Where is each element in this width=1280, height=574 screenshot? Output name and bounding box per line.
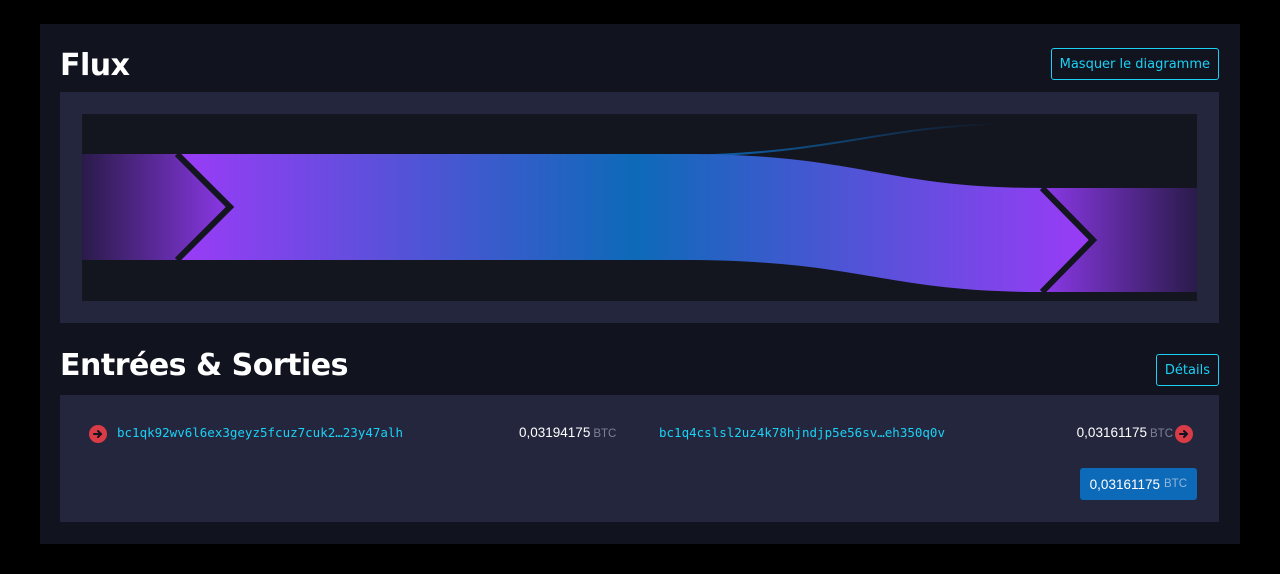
input-amount-unit: BTC <box>593 428 617 440</box>
hide-diagram-button[interactable]: Masquer le diagramme <box>1050 48 1219 80</box>
inputs-outputs-panel: bc1qk92wv6l6ex3geyz5fcuz7cuk2…23y47alh 0… <box>60 395 1219 522</box>
flow-diagram-panel <box>60 92 1219 323</box>
output-amount-unit: BTC <box>1150 428 1173 440</box>
flow-fee-branch[interactable] <box>681 123 1003 157</box>
flow-diagram-svg <box>82 123 1197 295</box>
inputs-outputs-title: Entrées & Sorties <box>60 348 348 383</box>
flux-title: Flux <box>60 48 130 83</box>
arrow-circle-right-icon[interactable] <box>1175 425 1193 443</box>
total-amount-unit: BTC <box>1164 478 1187 490</box>
output-amount-value: 0,03161175 <box>1076 425 1147 440</box>
output-address-link[interactable]: bc1q4cslsl2uz4k78hjndjp5e56sv…eh350q0v <box>659 425 945 440</box>
details-button[interactable]: Détails <box>1155 354 1219 386</box>
total-output-badge: 0,03161175 BTC <box>1079 468 1197 500</box>
transaction-page: Flux Masquer le diagramme Entrées & Sort… <box>40 24 1240 544</box>
input-amount: 0,03194175 BTC <box>519 425 616 440</box>
input-address-link[interactable]: bc1qk92wv6l6ex3geyz5fcuz7cuk2…23y47alh <box>117 425 403 440</box>
arrow-circle-right-icon[interactable] <box>89 425 107 443</box>
input-amount-value: 0,03194175 <box>519 425 591 440</box>
output-amount: 0,03161175 BTC <box>1077 425 1173 440</box>
total-amount-value: 0,03161175 <box>1089 476 1160 492</box>
flow-diagram <box>82 114 1197 301</box>
flow-main-band[interactable] <box>177 154 1093 292</box>
